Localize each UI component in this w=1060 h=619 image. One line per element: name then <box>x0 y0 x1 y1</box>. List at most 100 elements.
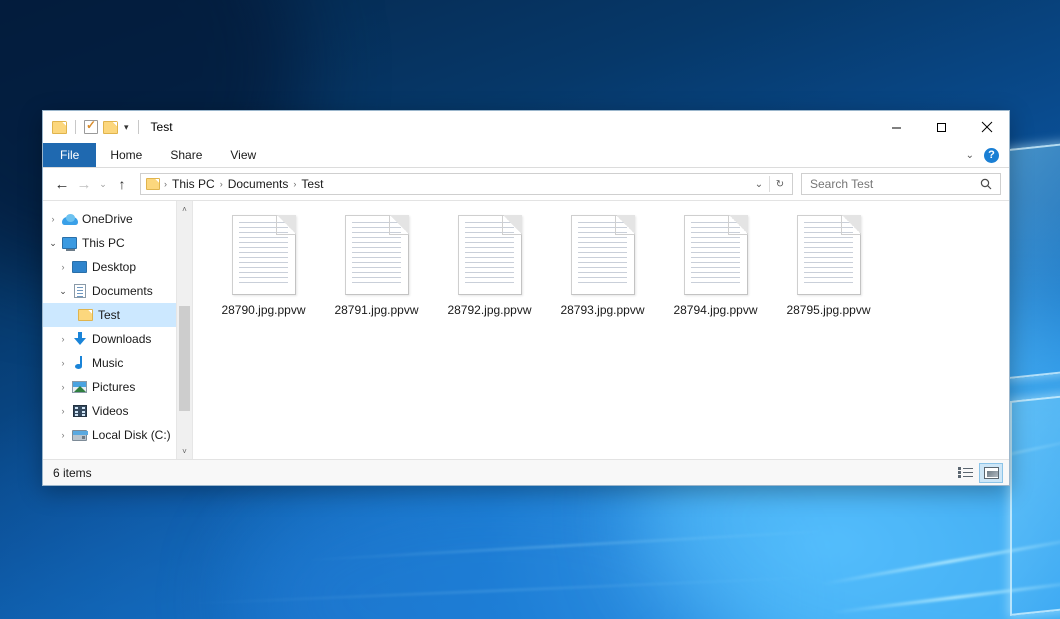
qat-divider <box>75 120 76 134</box>
new-folder-icon[interactable] <box>103 121 118 134</box>
sidebar-item-label: Desktop <box>92 260 136 274</box>
sidebar-item-videos[interactable]: › Videos <box>43 399 192 423</box>
details-view-button[interactable] <box>953 463 977 483</box>
folder-icon[interactable] <box>52 121 67 134</box>
ribbon-tab-strip: File Home Share View ⌄ ? <box>43 143 1009 168</box>
sidebar-item-label: Local Disk (C:) <box>92 428 171 442</box>
wallpaper-light-streak <box>180 577 800 605</box>
file-explorer-window: ▾ Test File Home Share View ⌄ ? ← → <box>42 110 1010 486</box>
sidebar-item-label: OneDrive <box>82 212 133 226</box>
generic-file-icon <box>684 215 748 295</box>
chevron-right-icon[interactable]: › <box>55 383 71 392</box>
properties-checkmark-icon[interactable] <box>84 120 98 134</box>
file-item[interactable]: 28794.jpg.ppvw <box>659 213 772 317</box>
desktop-icon <box>71 261 88 273</box>
folder-icon <box>146 178 160 190</box>
search-box[interactable] <box>801 173 1001 195</box>
recent-locations-icon[interactable]: ⌄ <box>95 173 111 195</box>
window-controls <box>874 111 1009 143</box>
chevron-down-icon[interactable]: ⌄ <box>749 174 769 194</box>
generic-file-icon <box>571 215 635 295</box>
sidebar-item-documents[interactable]: ⌄ Documents <box>43 279 192 303</box>
breadcrumb: › This PC › Documents › Test <box>163 177 749 191</box>
file-item[interactable]: 28790.jpg.ppvw <box>207 213 320 317</box>
sidebar-item-downloads[interactable]: › Downloads <box>43 327 192 351</box>
file-list-pane[interactable]: 28790.jpg.ppvw 28791.jpg.ppvw 28792.jpg.… <box>193 201 1009 459</box>
file-name-label: 28793.jpg.ppvw <box>560 303 644 317</box>
help-icon[interactable]: ? <box>984 148 999 163</box>
back-button[interactable]: ← <box>51 173 73 195</box>
close-button[interactable] <box>964 111 1009 143</box>
chevron-down-icon[interactable]: ⌄ <box>966 150 974 161</box>
chevron-down-icon[interactable]: ⌄ <box>45 239 61 248</box>
search-input[interactable] <box>810 177 976 191</box>
breadcrumb-test[interactable]: Test <box>297 177 327 191</box>
generic-file-icon <box>458 215 522 295</box>
quick-access-toolbar: ▾ <box>43 120 142 134</box>
tab-view[interactable]: View <box>216 143 270 167</box>
breadcrumb-documents[interactable]: Documents <box>224 177 293 191</box>
file-item[interactable]: 28795.jpg.ppvw <box>772 213 885 317</box>
view-toggle-group <box>953 463 1003 483</box>
scrollbar-thumb[interactable] <box>179 306 190 411</box>
tab-home[interactable]: Home <box>96 143 156 167</box>
chevron-right-icon[interactable]: › <box>55 359 71 368</box>
local-disk-icon <box>71 430 88 441</box>
title-bar: ▾ Test <box>43 111 1009 143</box>
ribbon-right-controls: ⌄ ? <box>966 143 1009 167</box>
navigation-pane: › OneDrive ⌄ This PC › Desktop ⌄ <box>43 201 193 459</box>
maximize-button[interactable] <box>919 111 964 143</box>
sidebar-item-label: Test <box>98 308 120 322</box>
chevron-down-icon[interactable]: ▾ <box>123 123 130 132</box>
file-item[interactable]: 28791.jpg.ppvw <box>320 213 433 317</box>
chevron-right-icon[interactable]: › <box>55 263 71 272</box>
sidebar-item-pictures[interactable]: › Pictures <box>43 375 192 399</box>
sidebar-item-local-disk[interactable]: › Local Disk (C:) <box>43 423 192 447</box>
file-item[interactable]: 28793.jpg.ppvw <box>546 213 659 317</box>
this-pc-icon <box>61 237 78 249</box>
wallpaper-light-streak <box>300 530 819 561</box>
scroll-up-icon[interactable]: ˄ <box>177 201 192 217</box>
sidebar-item-test[interactable]: Test <box>43 303 192 327</box>
search-icon[interactable] <box>976 174 996 194</box>
file-name-label: 28794.jpg.ppvw <box>673 303 757 317</box>
generic-file-icon <box>232 215 296 295</box>
explorer-body: › OneDrive ⌄ This PC › Desktop ⌄ <box>43 200 1009 459</box>
downloads-icon <box>71 332 88 346</box>
sidebar-item-music[interactable]: › Music <box>43 351 192 375</box>
window-title: Test <box>151 120 173 134</box>
sidebar-item-label: Documents <box>92 284 153 298</box>
file-name-label: 28791.jpg.ppvw <box>334 303 418 317</box>
file-item[interactable]: 28792.jpg.ppvw <box>433 213 546 317</box>
up-button[interactable]: ↑ <box>111 173 133 195</box>
chevron-right-icon[interactable]: › <box>55 431 71 440</box>
sidebar-item-label: This PC <box>82 236 125 250</box>
navigation-scrollbar[interactable]: ˄ ˅ <box>176 201 192 459</box>
generic-file-icon <box>345 215 409 295</box>
sidebar-item-desktop[interactable]: › Desktop <box>43 255 192 279</box>
sidebar-item-this-pc[interactable]: ⌄ This PC <box>43 231 192 255</box>
chevron-right-icon[interactable]: › <box>45 215 61 224</box>
qat-divider <box>138 120 139 134</box>
chevron-right-icon[interactable]: › <box>55 407 71 416</box>
music-icon <box>71 356 88 370</box>
chevron-right-icon[interactable]: › <box>55 335 71 344</box>
breadcrumb-this-pc[interactable]: This PC <box>168 177 219 191</box>
refresh-icon[interactable]: ↻ <box>770 174 790 194</box>
minimize-button[interactable] <box>874 111 919 143</box>
sidebar-item-label: Music <box>92 356 123 370</box>
sidebar-item-onedrive[interactable]: › OneDrive <box>43 207 192 231</box>
wallpaper-light-streak <box>831 581 1060 614</box>
tab-share[interactable]: Share <box>156 143 216 167</box>
large-icons-view-button[interactable] <box>979 463 1003 483</box>
windows-logo-pane <box>1010 395 1060 616</box>
status-bar: 6 items <box>43 459 1009 485</box>
file-grid: 28790.jpg.ppvw 28791.jpg.ppvw 28792.jpg.… <box>207 213 999 317</box>
generic-file-icon <box>797 215 861 295</box>
tab-file[interactable]: File <box>43 143 96 167</box>
chevron-down-icon[interactable]: ⌄ <box>55 287 71 296</box>
scroll-down-icon[interactable]: ˅ <box>177 443 192 459</box>
onedrive-icon <box>61 214 78 225</box>
forward-button: → <box>73 173 95 195</box>
breadcrumb-bar[interactable]: › This PC › Documents › Test ⌄ ↻ <box>140 173 793 195</box>
